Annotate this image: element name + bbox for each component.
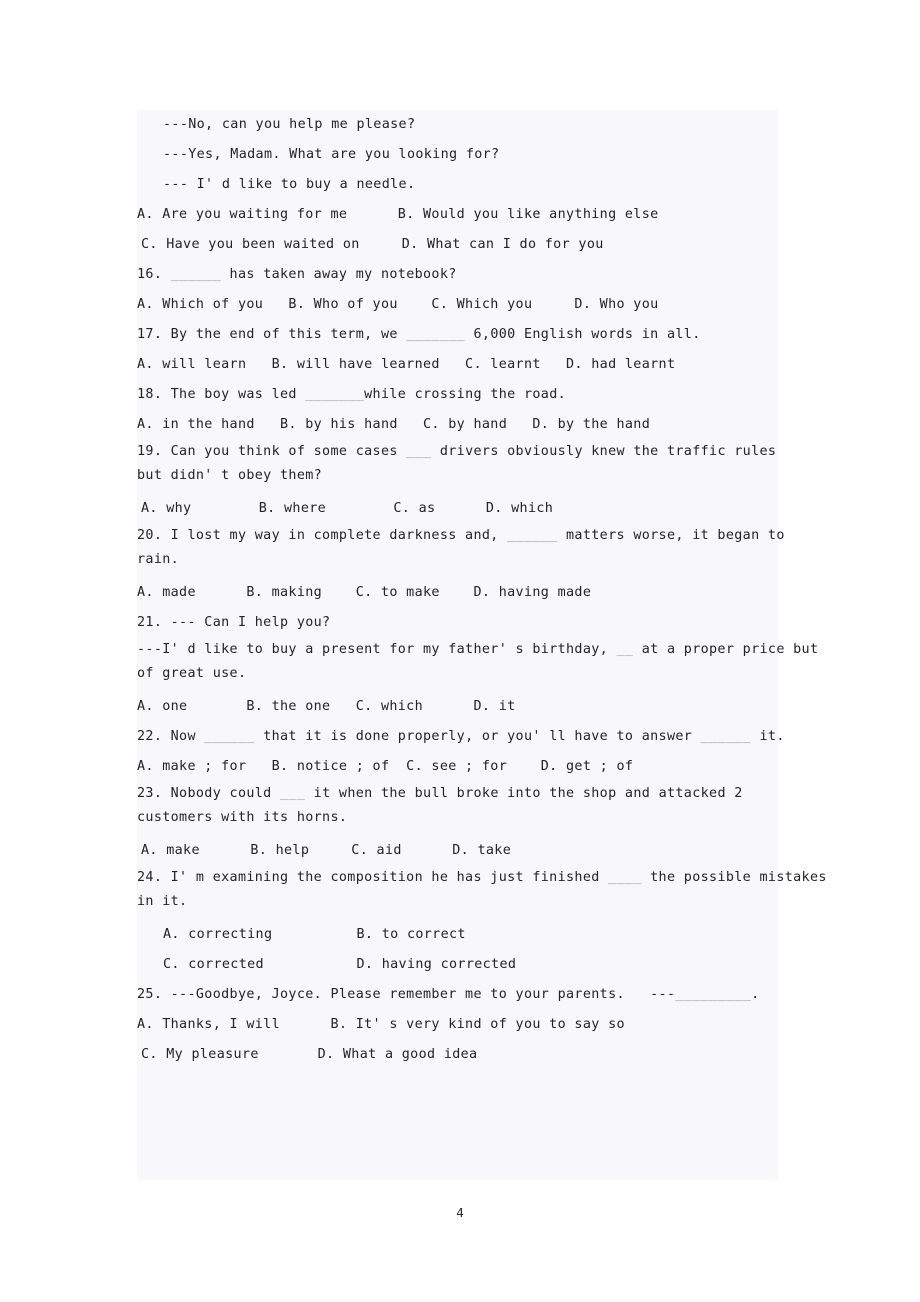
text-line: C. corrected D. having corrected xyxy=(137,950,920,980)
line-text: 22. Now xyxy=(137,729,205,744)
line-continuation: of great use. xyxy=(137,666,247,681)
line-text: while crossing the road. xyxy=(364,387,567,402)
text-line: 23. Nobody could ___ it when the bull br… xyxy=(137,782,920,836)
line-text: C. corrected D. having corrected xyxy=(163,957,517,972)
line-text: 6,000 English words in all. xyxy=(465,327,701,342)
line-text: it when the bull broke into the shop and… xyxy=(305,786,743,801)
line-text: at a proper price but xyxy=(633,642,819,657)
line-text: 18. The boy was led xyxy=(137,387,306,402)
line-text: 21. --- Can I help you? xyxy=(137,615,331,630)
text-line: 21. --- Can I help you? xyxy=(137,608,920,638)
text-line: A. correcting B. to correct xyxy=(137,920,920,950)
line-text: A. Are you waiting for me B. Would you l… xyxy=(137,207,659,222)
answer-blank: _______ xyxy=(406,327,466,342)
line-text: 16. xyxy=(137,267,171,282)
line-text: it. xyxy=(751,729,785,744)
answer-blank: ___ xyxy=(406,444,432,459)
line-text: that it is done properly, or you' ll hav… xyxy=(254,729,701,744)
line-continuation: customers with its horns. xyxy=(137,810,348,825)
text-line: ---I' d like to buy a present for my fat… xyxy=(137,638,920,692)
text-line: A. made B. making C. to make D. having m… xyxy=(137,578,920,608)
line-text: 19. Can you think of some cases xyxy=(137,444,407,459)
line-text: 25. ---Goodbye, Joyce. Please remember m… xyxy=(137,987,676,1002)
answer-blank: ______ xyxy=(204,729,255,744)
text-line: 20. I lost my way in complete darkness a… xyxy=(137,524,920,578)
text-line: A. Thanks, I will B. It' s very kind of … xyxy=(137,1010,920,1040)
line-text: C. My pleasure D. What a good idea xyxy=(141,1047,478,1062)
line-text: 20. I lost my way in complete darkness a… xyxy=(137,528,508,543)
text-line: A. make ; for B. notice ; of C. see ; fo… xyxy=(137,752,920,782)
text-line: 17. By the end of this term, we _______ … xyxy=(137,320,920,350)
text-line: --- I' d like to buy a needle. xyxy=(137,170,920,200)
line-text: A. Which of you B. Who of you C. Which y… xyxy=(137,297,659,312)
line-text: C. Have you been waited on D. What can I… xyxy=(141,237,604,252)
line-continuation: in it. xyxy=(137,894,188,909)
line-text: . xyxy=(751,987,760,1002)
text-line: 19. Can you think of some cases ___ driv… xyxy=(137,440,920,494)
answer-blank: ______ xyxy=(170,267,222,282)
answer-blank: _________ xyxy=(675,987,752,1002)
text-line: 16. ______ has taken away my notebook? xyxy=(137,260,920,290)
line-text: A. one B. the one C. which D. it xyxy=(137,699,516,714)
line-text: matters worse, it began to xyxy=(557,528,785,543)
text-line: 22. Now ______ that it is done properly,… xyxy=(137,722,920,752)
text-line: A. why B. where C. as D. which xyxy=(137,494,920,524)
answer-blank: ___ xyxy=(280,786,306,801)
text-line: A. in the hand B. by his hand C. by hand… xyxy=(137,410,920,440)
line-text: ---No, can you help me please? xyxy=(163,117,416,132)
line-text: 17. By the end of this term, we xyxy=(137,327,407,342)
answer-blank: ____ xyxy=(608,870,642,885)
text-line: ---Yes, Madam. What are you looking for? xyxy=(137,140,920,170)
line-continuation: rain. xyxy=(137,552,180,567)
answer-blank: ______ xyxy=(700,729,752,744)
line-text: --- I' d like to buy a needle. xyxy=(163,177,416,192)
line-text: A. make B. help C. aid D. take xyxy=(141,843,512,858)
text-line: 18. The boy was led _______while crossin… xyxy=(137,380,920,410)
text-line: C. My pleasure D. What a good idea xyxy=(137,1040,920,1070)
answer-blank: _______ xyxy=(305,387,365,402)
text-line: A. will learn B. will have learned C. le… xyxy=(137,350,920,380)
line-text: has taken away my notebook? xyxy=(221,267,457,282)
line-text: drivers obviously knew the traffic rules xyxy=(431,444,777,459)
line-continuation: but didn' t obey them? xyxy=(137,468,323,483)
text-line: C. Have you been waited on D. What can I… xyxy=(137,230,920,260)
line-text: ---I' d like to buy a present for my fat… xyxy=(137,642,617,657)
text-line: ---No, can you help me please? xyxy=(137,110,920,140)
line-text: 23. Nobody could xyxy=(137,786,281,801)
line-text: A. made B. making C. to make D. having m… xyxy=(137,585,592,600)
line-text: A. why B. where C. as D. which xyxy=(141,501,554,516)
answer-blank: __ xyxy=(616,642,634,657)
line-text: A. Thanks, I will B. It' s very kind of … xyxy=(137,1017,625,1032)
line-text: A. in the hand B. by his hand C. by hand… xyxy=(137,417,651,432)
line-text: 24. I' m examining the composition he ha… xyxy=(137,870,609,885)
exam-question-list: ---No, can you help me please? ---Yes, Ma… xyxy=(137,110,920,1070)
line-text: A. correcting B. to correct xyxy=(163,927,466,942)
text-line: A. Are you waiting for me B. Would you l… xyxy=(137,200,920,230)
page-number: 4 xyxy=(456,1205,464,1220)
text-line: 24. I' m examining the composition he ha… xyxy=(137,866,920,920)
answer-blank: ______ xyxy=(507,528,558,543)
line-text: A. make ; for B. notice ; of C. see ; fo… xyxy=(137,759,634,774)
text-line: 25. ---Goodbye, Joyce. Please remember m… xyxy=(137,980,920,1010)
line-text: ---Yes, Madam. What are you looking for? xyxy=(163,147,500,162)
line-text: A. will learn B. will have learned C. le… xyxy=(137,357,676,372)
line-text: the possible mistakes xyxy=(641,870,827,885)
text-line: A. one B. the one C. which D. it xyxy=(137,692,920,722)
text-line: A. Which of you B. Who of you C. Which y… xyxy=(137,290,920,320)
text-line: A. make B. help C. aid D. take xyxy=(137,836,920,866)
